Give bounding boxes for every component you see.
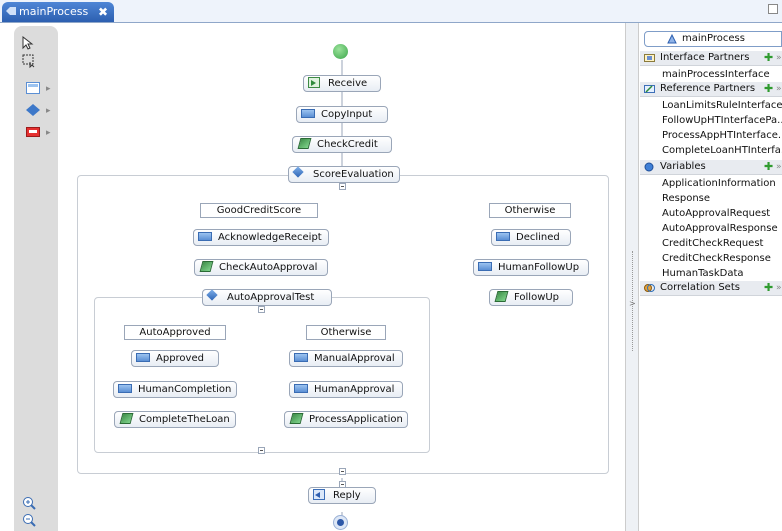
check-credit-node[interactable]: CheckCredit bbox=[292, 136, 392, 153]
human-follow-up-node[interactable]: HumanFollowUp bbox=[473, 259, 589, 276]
list-item[interactable]: LoanLimitsRuleInterface... bbox=[640, 98, 782, 113]
list-item[interactable]: AutoApprovalResponse bbox=[640, 221, 782, 236]
receive-node[interactable]: Receive bbox=[303, 75, 381, 92]
more-icon[interactable]: » bbox=[776, 51, 782, 65]
assign-icon bbox=[198, 231, 212, 241]
correlation-set-icon bbox=[644, 284, 655, 292]
marquee-tool-icon[interactable] bbox=[22, 54, 52, 72]
invoke-icon bbox=[119, 413, 133, 423]
approved-node[interactable]: Approved bbox=[131, 350, 219, 367]
assign-icon bbox=[118, 383, 132, 393]
invoke-icon bbox=[199, 261, 213, 271]
add-icon[interactable]: ✚ bbox=[764, 51, 773, 65]
reference-partners-header[interactable]: Reference Partners ✚ » bbox=[640, 82, 782, 97]
auto-approval-test-container[interactable] bbox=[94, 297, 430, 453]
more-icon[interactable]: » bbox=[776, 160, 782, 174]
manual-approval-node[interactable]: ManualApproval bbox=[289, 350, 403, 367]
tab-main-process[interactable]: mainProcess ✖ bbox=[2, 2, 114, 22]
complete-the-loan-node[interactable]: CompleteTheLoan bbox=[114, 411, 236, 428]
interface-partners-header[interactable]: Interface Partners ✚ » bbox=[640, 51, 782, 66]
add-icon[interactable]: ✚ bbox=[764, 82, 773, 96]
end-node[interactable] bbox=[333, 515, 348, 530]
invoke-icon bbox=[494, 291, 508, 301]
correlation-sets-header[interactable]: Correlation Sets ✚ » bbox=[640, 281, 782, 296]
list-item[interactable]: FollowUpHTInterfacePa... bbox=[640, 113, 782, 128]
start-node[interactable] bbox=[333, 44, 348, 59]
editor-tab-bar: mainProcess ✖ bbox=[0, 0, 782, 23]
interface-partner-icon bbox=[644, 54, 655, 62]
more-icon[interactable]: » bbox=[776, 281, 782, 295]
properties-tray: mainProcess Interface Partners ✚ » mainP… bbox=[640, 23, 782, 531]
variables-header[interactable]: Variables ✚ » bbox=[640, 160, 782, 175]
collapse-toggle[interactable] bbox=[339, 468, 346, 475]
choice-icon bbox=[207, 291, 221, 301]
list-item[interactable]: ProcessAppHTInterface... bbox=[640, 128, 782, 143]
fault-category-icon[interactable]: ▸ bbox=[26, 126, 56, 144]
collapse-toggle[interactable] bbox=[258, 447, 265, 454]
assign-icon bbox=[301, 108, 315, 118]
palette: ▸ ▸ ▸ bbox=[14, 26, 58, 531]
case-good-credit-score[interactable]: GoodCreditScore bbox=[200, 203, 318, 218]
human-approval-node[interactable]: HumanApproval bbox=[289, 381, 403, 398]
follow-up-node[interactable]: FollowUp bbox=[489, 289, 573, 306]
score-evaluation-node[interactable]: ScoreEvaluation bbox=[288, 166, 400, 183]
list-item[interactable]: CreditCheckRequest bbox=[640, 236, 782, 251]
collapse-tray-icon[interactable]: > bbox=[629, 299, 636, 308]
assign-icon bbox=[294, 352, 308, 362]
process-application-node[interactable]: ProcessApplication bbox=[284, 411, 408, 428]
tray-process-header[interactable]: mainProcess bbox=[644, 31, 782, 47]
list-item[interactable]: mainProcessInterface bbox=[640, 67, 782, 82]
reply-node[interactable]: Reply bbox=[308, 487, 376, 504]
assign-icon bbox=[294, 383, 308, 393]
assign-icon bbox=[496, 231, 510, 241]
assign-category-icon[interactable]: ▸ bbox=[26, 82, 56, 100]
process-icon bbox=[6, 7, 16, 15]
case-otherwise-outer[interactable]: Otherwise bbox=[489, 203, 571, 218]
close-icon[interactable]: ✖ bbox=[98, 2, 108, 22]
process-icon bbox=[667, 34, 677, 44]
maximize-icon[interactable] bbox=[768, 4, 778, 14]
check-auto-approval-node[interactable]: CheckAutoApproval bbox=[194, 259, 328, 276]
collapse-toggle[interactable] bbox=[258, 306, 265, 313]
assign-icon bbox=[478, 261, 492, 271]
acknowledge-receipt-node[interactable]: AcknowledgeReceipt bbox=[193, 229, 329, 246]
tray-divider[interactable]: > bbox=[625, 23, 639, 531]
declined-node[interactable]: Declined bbox=[491, 229, 571, 246]
list-item[interactable]: ApplicationInformation bbox=[640, 176, 782, 191]
list-item[interactable]: HumanTaskData bbox=[640, 266, 782, 281]
assign-icon bbox=[136, 352, 150, 362]
variable-icon bbox=[644, 162, 654, 172]
add-icon[interactable]: ✚ bbox=[764, 160, 773, 174]
case-otherwise-inner[interactable]: Otherwise bbox=[306, 325, 386, 340]
zoom-out-icon[interactable] bbox=[22, 513, 52, 531]
human-completion-node[interactable]: HumanCompletion bbox=[113, 381, 237, 398]
list-item[interactable]: CompleteLoanHTInterfa... bbox=[640, 143, 782, 158]
add-icon[interactable]: ✚ bbox=[764, 281, 773, 295]
tab-title: mainProcess bbox=[19, 5, 89, 18]
invoke-icon bbox=[297, 138, 311, 148]
collapse-toggle[interactable] bbox=[339, 183, 346, 190]
reply-icon bbox=[313, 489, 327, 500]
choice-icon bbox=[293, 168, 307, 178]
receive-icon bbox=[308, 77, 322, 88]
auto-approval-test-node[interactable]: AutoApprovalTest bbox=[202, 289, 332, 306]
list-item[interactable]: CreditCheckResponse bbox=[640, 251, 782, 266]
more-icon[interactable]: » bbox=[776, 82, 782, 96]
reference-partner-icon bbox=[644, 85, 655, 93]
choice-category-icon[interactable]: ▸ bbox=[26, 104, 56, 122]
list-item[interactable]: Response bbox=[640, 191, 782, 206]
process-canvas[interactable]: Receive CopyInput CheckCredit ScoreEvalu… bbox=[60, 23, 625, 531]
invoke-icon bbox=[289, 413, 303, 423]
zoom-in-icon[interactable] bbox=[22, 496, 52, 514]
list-item[interactable]: AutoApprovalRequest bbox=[640, 206, 782, 221]
case-auto-approved[interactable]: AutoApproved bbox=[124, 325, 226, 340]
copy-input-node[interactable]: CopyInput bbox=[296, 106, 388, 123]
select-tool-icon[interactable] bbox=[22, 36, 52, 54]
